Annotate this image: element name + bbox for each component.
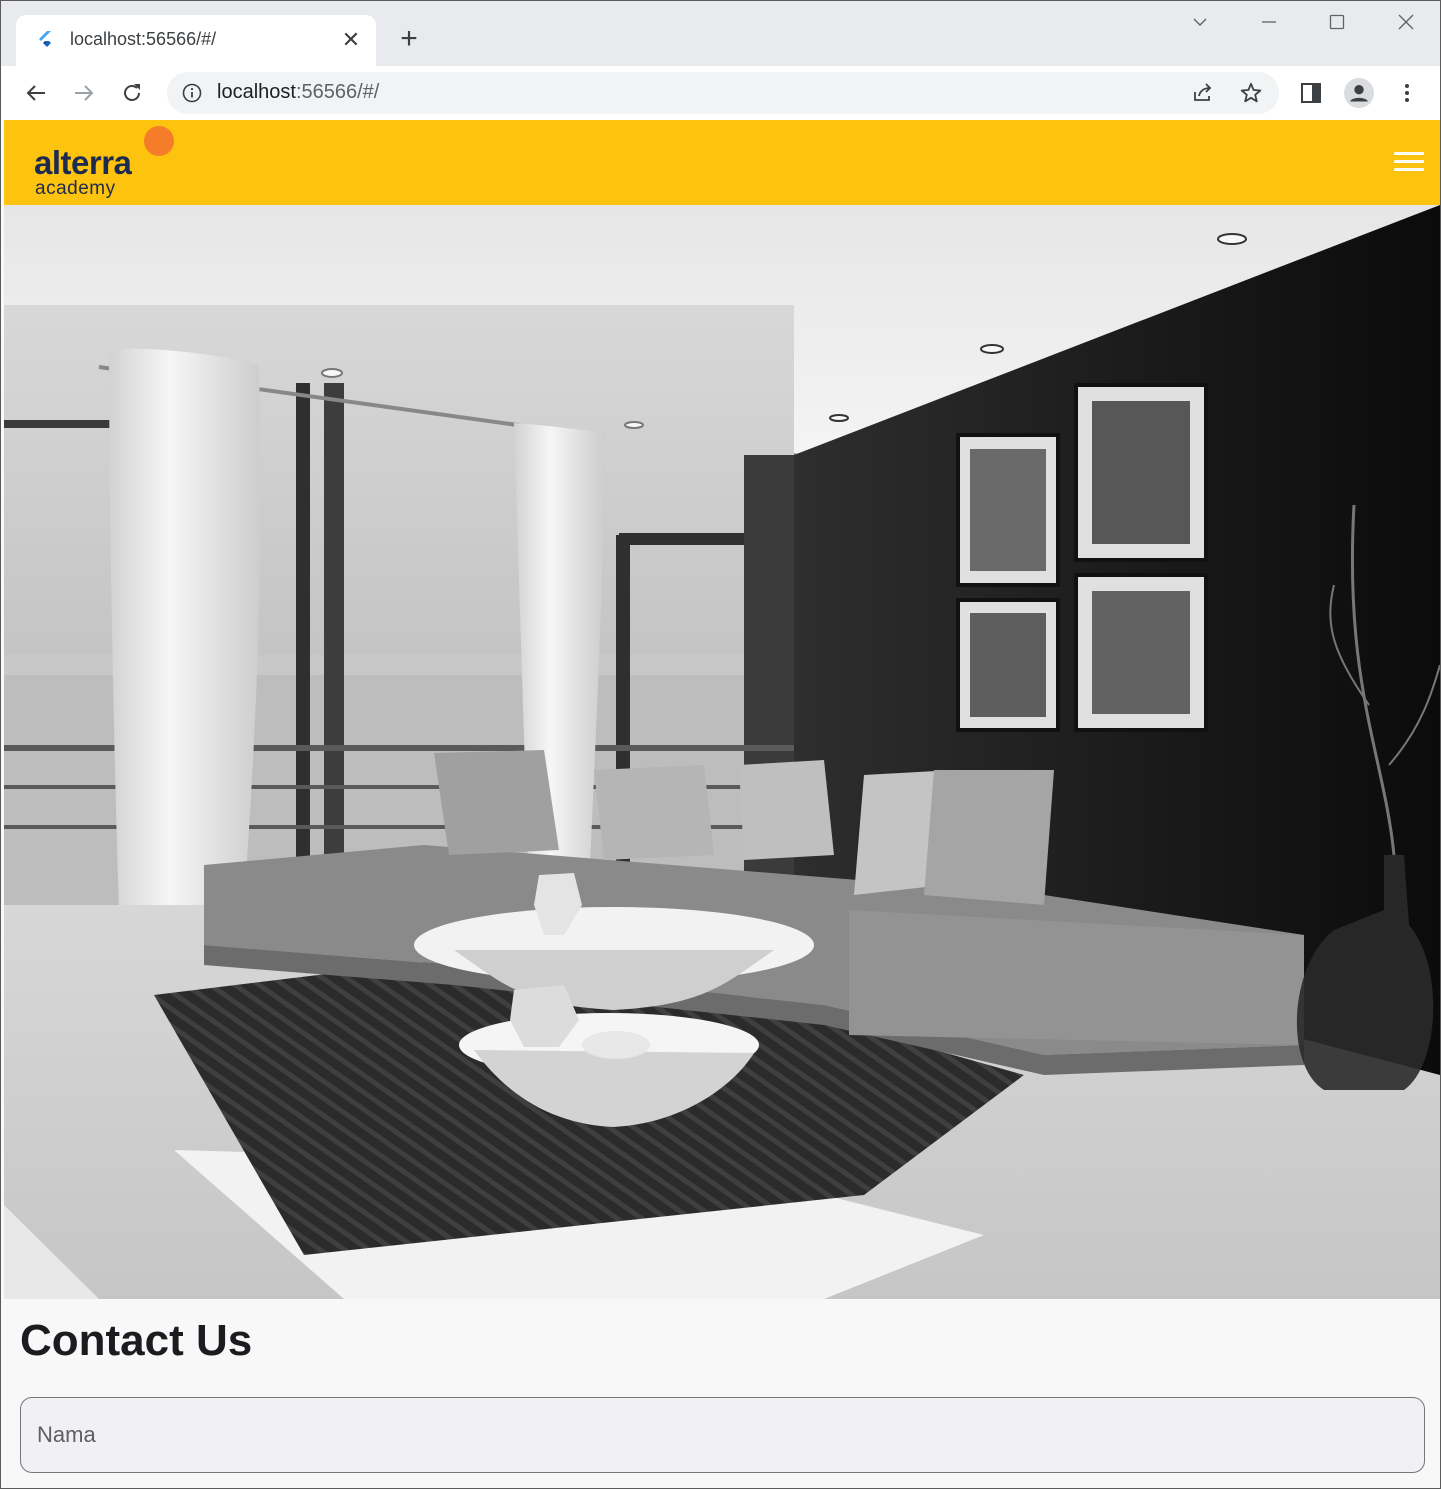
window-close-icon[interactable] (1391, 11, 1421, 41)
app-bar: alterra academy (4, 120, 1440, 205)
tab-search-chevron-icon[interactable] (1185, 11, 1215, 41)
hamburger-menu-icon[interactable] (1394, 152, 1424, 174)
kebab-menu-icon[interactable] (1392, 78, 1422, 108)
living-room-photo (4, 205, 1440, 1299)
url-text: localhost:56566/#/ (217, 81, 379, 104)
info-icon[interactable] (181, 82, 203, 104)
hero-image (4, 205, 1440, 1299)
plus-icon[interactable]: + (393, 23, 425, 55)
name-field[interactable] (20, 1397, 1425, 1473)
side-panel-icon[interactable] (1296, 78, 1326, 108)
logo-dot (144, 126, 174, 156)
profile-icon[interactable] (1344, 78, 1374, 108)
logo-sub-text: academy (35, 178, 116, 199)
tab-title: localhost:56566/#/ (70, 29, 217, 49)
arrow-right-icon[interactable] (67, 76, 101, 110)
flutter-icon (39, 31, 51, 47)
browser-tab[interactable]: localhost:56566/#/ ✕ (16, 15, 376, 66)
tab-strip: localhost:56566/#/ ✕ + (1, 1, 1440, 66)
share-icon[interactable] (1191, 81, 1215, 105)
logo-main-text: alterra (34, 144, 132, 181)
contact-title: Contact Us (20, 1316, 253, 1365)
browser-window: localhost:56566/#/ ✕ + localhost:56566/#… (0, 0, 1441, 1489)
browser-toolbar: localhost:56566/#/ (1, 66, 1440, 120)
minimize-icon[interactable] (1254, 11, 1284, 41)
close-icon[interactable]: ✕ (339, 28, 363, 52)
address-bar[interactable]: localhost:56566/#/ (167, 72, 1279, 114)
maximize-icon[interactable] (1322, 11, 1352, 41)
name-input[interactable] (37, 1398, 1397, 1471)
star-icon[interactable] (1239, 81, 1263, 105)
alterra-academy-logo[interactable]: alterra academy (34, 126, 184, 202)
url-path: :56566/#/ (295, 81, 380, 103)
reload-icon[interactable] (115, 76, 149, 110)
contact-section: Contact Us (4, 1299, 1440, 1488)
url-host: localhost (217, 81, 296, 103)
arrow-left-icon[interactable] (19, 76, 53, 110)
